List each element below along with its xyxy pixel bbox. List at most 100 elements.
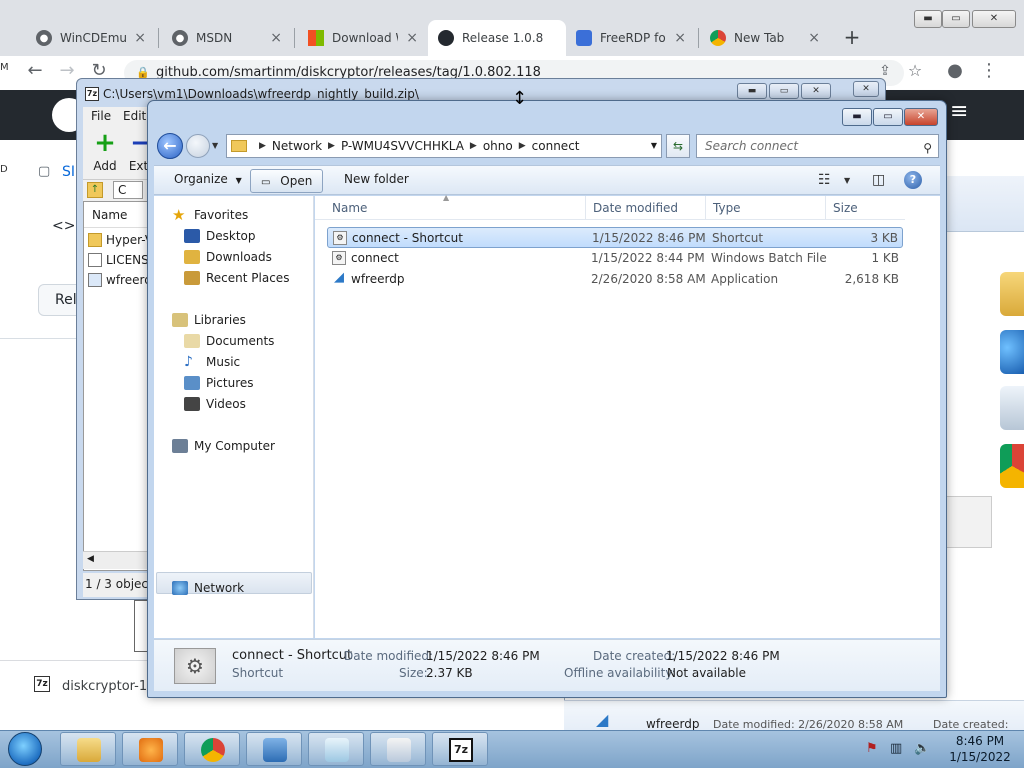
close-icon[interactable]: × <box>406 30 418 46</box>
new-tab-button[interactable]: + <box>838 24 866 52</box>
minimize-button[interactable]: ▬ <box>914 10 942 28</box>
network-tray-icon[interactable]: ▥ <box>890 741 902 756</box>
chevron-right-icon[interactable]: ▶ <box>259 141 266 151</box>
profile-avatar-icon[interactable]: ● <box>944 60 966 82</box>
recycle-bin-icon[interactable] <box>1000 386 1024 430</box>
file-row[interactable]: ⚙ connect 1/15/2022 8:44 PM Windows Batc… <box>327 248 903 269</box>
column-size[interactable]: Size <box>833 201 858 215</box>
back-arrow-icon[interactable]: ← <box>157 133 183 159</box>
column-divider[interactable] <box>825 196 826 220</box>
column-date-modified[interactable]: Date modified <box>593 201 678 215</box>
menu-file[interactable]: File <box>91 109 111 123</box>
bookmark-star-icon[interactable]: ☆ <box>904 60 926 82</box>
organize-button[interactable]: Organize ▼ <box>174 172 242 186</box>
close-button[interactable]: ✕ <box>972 10 1016 28</box>
tab-wincdemu[interactable]: ● WinCDEmu - × <box>26 20 156 56</box>
tab-msdn[interactable]: ● MSDN × <box>162 20 292 56</box>
view-options-icon[interactable]: ☷ <box>818 172 831 188</box>
maximize-button[interactable]: ▭ <box>873 108 903 126</box>
repo-owner-link[interactable]: SI <box>62 164 75 180</box>
nav-documents[interactable]: Documents <box>184 331 274 351</box>
back-arrow-icon[interactable]: ← <box>24 60 46 82</box>
nav-recent-places[interactable]: Recent Places <box>184 268 289 288</box>
action-center-icon[interactable]: ⚑ <box>866 741 878 756</box>
download-item[interactable]: diskcryptor-1.0 <box>62 679 160 694</box>
nav-desktop[interactable]: Desktop <box>184 226 256 246</box>
chevron-down-icon[interactable]: ▼ <box>844 176 850 185</box>
tab-freerdp[interactable]: FreeRDP for × <box>566 20 696 56</box>
folder-icon[interactable] <box>1000 272 1024 316</box>
forward-arrow-icon[interactable]: → <box>56 60 78 82</box>
code-tab-icon[interactable]: <> <box>52 218 75 234</box>
address-bar[interactable]: ▶ Network ▶ P-WMU4SVVCHHKLA ▶ ohno ▶ con… <box>226 134 662 158</box>
nav-pictures[interactable]: Pictures <box>184 373 254 393</box>
close-button[interactable]: ✕ <box>904 108 938 126</box>
maximize-button[interactable]: ▭ <box>769 83 799 99</box>
file-row[interactable]: ◢ wfreerdp 2/26/2020 8:58 AM Application… <box>327 269 903 290</box>
close-icon[interactable]: × <box>808 30 820 46</box>
nav-music[interactable]: ♪ Music <box>184 352 240 372</box>
column-name[interactable]: Name <box>332 201 367 215</box>
close-button[interactable]: ✕ <box>801 83 831 99</box>
column-divider[interactable] <box>705 196 706 220</box>
help-icon[interactable]: ? <box>904 171 922 189</box>
nav-favorites[interactable]: ★ Favorites <box>172 205 248 225</box>
start-button[interactable] <box>8 732 42 766</box>
nav-my-computer[interactable]: My Computer <box>172 436 275 456</box>
chevron-right-icon[interactable]: ▶ <box>470 141 477 151</box>
column-name[interactable]: Name <box>92 208 127 222</box>
add-button[interactable]: + Add <box>85 127 125 173</box>
taskbar-chrome[interactable] <box>184 732 240 766</box>
taskbar-7zip[interactable]: 7z <box>432 732 488 766</box>
taskbar-window[interactable] <box>370 732 426 766</box>
taskbar-control-panel[interactable] <box>246 732 302 766</box>
breadcrumb-host[interactable]: P-WMU4SVVCHHKLA <box>341 139 464 153</box>
breadcrumb-share[interactable]: ohno <box>483 139 513 153</box>
nav-libraries[interactable]: Libraries <box>172 310 246 330</box>
chevron-down-icon[interactable]: ▼ <box>651 141 657 150</box>
chrome-icon[interactable] <box>1000 444 1024 488</box>
close-icon[interactable]: × <box>270 30 282 46</box>
nav-network[interactable]: Network <box>172 578 244 598</box>
close-icon[interactable]: × <box>134 30 146 46</box>
taskbar-media-player[interactable] <box>122 732 178 766</box>
path-combo[interactable]: C <box>113 181 143 199</box>
list-item[interactable]: LICENSI <box>88 250 152 270</box>
close-button[interactable]: ✕ <box>853 81 879 97</box>
clock[interactable]: 8:46 PM 1/15/2022 <box>946 733 1014 765</box>
chevron-down-icon[interactable]: ▼ <box>212 141 218 150</box>
network-globe-icon[interactable] <box>1000 330 1024 374</box>
preview-pane-icon[interactable]: ◫ <box>872 172 885 188</box>
taskbar-explorer[interactable] <box>60 732 116 766</box>
tab-download-windows[interactable]: Download W × <box>298 20 428 56</box>
nav-videos[interactable]: Videos <box>184 394 246 414</box>
up-folder-icon[interactable]: ↑ <box>87 182 103 198</box>
forward-arrow-icon[interactable] <box>186 134 210 158</box>
taskbar-notepad[interactable] <box>308 732 364 766</box>
chevron-right-icon[interactable]: ▶ <box>519 141 526 151</box>
tab-release[interactable]: Release 1.0.8 <box>428 20 566 56</box>
column-type[interactable]: Type <box>713 201 741 215</box>
close-icon[interactable]: × <box>674 30 686 46</box>
minimize-button[interactable]: ▬ <box>737 83 767 99</box>
breadcrumb-network[interactable]: Network <box>272 139 322 153</box>
tab-new-tab[interactable]: New Tab × <box>700 20 830 56</box>
breadcrumb-folder[interactable]: connect <box>532 139 580 153</box>
list-item[interactable]: Hyper-V <box>88 230 153 250</box>
scroll-left-icon[interactable]: ◀ <box>87 554 94 564</box>
hamburger-menu-icon[interactable]: ≡ <box>950 101 976 123</box>
horizontal-scrollbar[interactable]: ◀ <box>83 551 153 569</box>
file-row[interactable]: ⚙ connect - Shortcut 1/15/2022 8:46 PM S… <box>327 227 903 248</box>
menu-edit[interactable]: Edit <box>123 109 146 123</box>
file-list[interactable]: ▲ Name Date modified Type Size ⚙ connect… <box>315 193 940 638</box>
menu-kebab-icon[interactable]: ⋮ <box>978 60 1000 82</box>
minimize-button[interactable]: ▬ <box>842 108 872 126</box>
maximize-button[interactable]: ▭ <box>942 10 970 28</box>
new-folder-button[interactable]: New folder <box>344 172 409 186</box>
search-input[interactable]: Search connect ⚲ <box>696 134 939 158</box>
nav-downloads[interactable]: Downloads <box>184 247 272 267</box>
volume-icon[interactable]: 🔈 <box>914 741 930 756</box>
open-button[interactable]: ▭ Open <box>250 169 324 193</box>
refresh-icon[interactable]: ⇆ <box>666 134 690 158</box>
chevron-right-icon[interactable]: ▶ <box>328 141 335 151</box>
